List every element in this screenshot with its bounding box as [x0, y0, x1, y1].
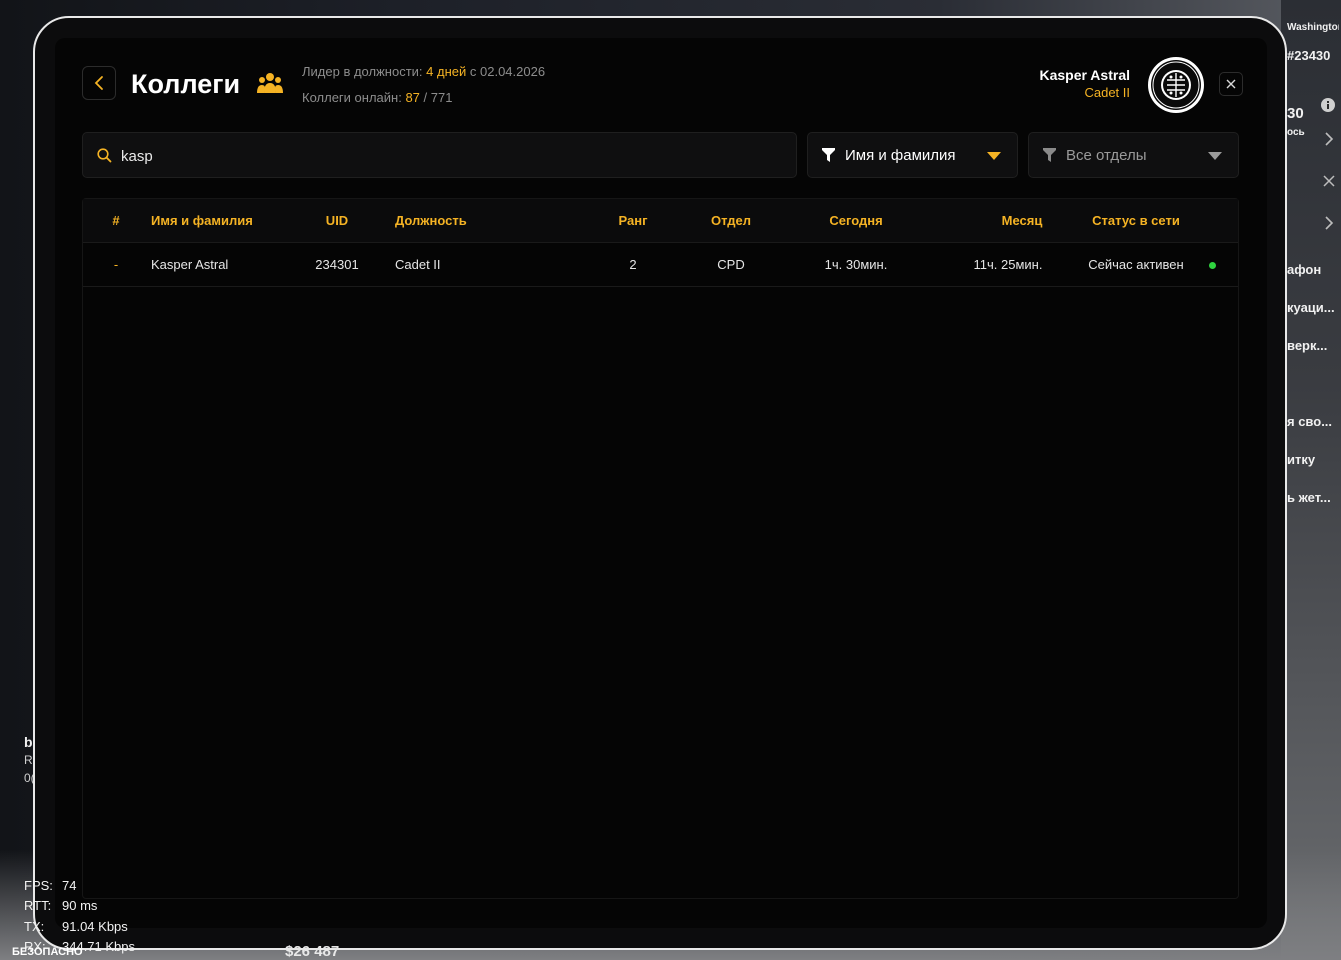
row-status: Сейчас активен — [1088, 257, 1184, 272]
chevron-left-icon — [94, 76, 103, 90]
close-button[interactable] — [1219, 72, 1243, 96]
search-icon — [97, 148, 112, 163]
perf-rtt: RTT: 90 ms — [24, 898, 98, 913]
money-display: $26 487 — [285, 943, 340, 960]
online-label: Коллеги онлайн: — [302, 90, 402, 105]
column-header-month[interactable]: Месяц — [1002, 213, 1043, 228]
search-box[interactable] — [82, 132, 797, 179]
user-name: Kasper Astral — [1039, 67, 1130, 83]
leader-tenure: Лидер в должности: 4 дней с 02.04.2026 — [302, 64, 545, 79]
hud-right-menu-item[interactable]: я сво... — [1287, 414, 1339, 429]
group-users-icon — [257, 73, 283, 93]
caret-down-icon — [1208, 152, 1222, 160]
column-header-number[interactable]: # — [112, 213, 119, 228]
filter-icon — [822, 148, 835, 162]
department-seal-icon — [1148, 57, 1204, 113]
hud-right-menu-item[interactable]: итку — [1287, 452, 1339, 467]
hud-right-location: Washington — [1287, 22, 1339, 33]
row-number: - — [113, 257, 119, 272]
hud-right-id: #23430 — [1287, 48, 1331, 63]
perf-tx: TX: 91.04 Kbps — [24, 919, 128, 934]
tablet-frame: Коллеги Лидер в должности: 4 дней с 02.0… — [33, 16, 1287, 950]
user-rank: Cadet II — [1084, 85, 1130, 100]
name-filter-dropdown[interactable]: Имя и фамилия — [807, 132, 1018, 178]
online-count: 87 — [405, 90, 420, 105]
column-header-name[interactable]: Имя и фамилия — [151, 213, 253, 228]
column-header-today[interactable]: Сегодня — [829, 213, 882, 228]
hud-right-menu-item[interactable]: афон — [1287, 262, 1339, 277]
online-total: / 771 — [423, 90, 453, 105]
leader-since: с 02.04.2026 — [469, 64, 546, 79]
table-header: # Имя и фамилия UID Должность Ранг Отдел… — [83, 199, 1238, 243]
chevron-right-icon[interactable] — [1323, 215, 1335, 231]
safe-zone-label: БЕЗОПАСНО — [12, 946, 83, 958]
filter-icon — [1043, 148, 1056, 162]
column-header-department[interactable]: Отдел — [711, 213, 751, 228]
row-name: Kasper Astral — [151, 257, 229, 272]
online-colleagues: Коллеги онлайн: 87 / 771 — [302, 90, 452, 105]
page-title: Коллеги — [131, 69, 241, 99]
row-department: CPD — [717, 257, 745, 272]
column-header-position[interactable]: Должность — [395, 213, 467, 228]
colleagues-table: # Имя и фамилия UID Должность Ранг Отдел… — [82, 198, 1239, 899]
column-header-uid[interactable]: UID — [326, 213, 348, 228]
hud-right-menu-item[interactable]: верк... — [1287, 338, 1339, 353]
chevron-right-icon[interactable] — [1323, 131, 1335, 147]
online-status-dot — [1209, 262, 1216, 269]
department-filter-dropdown[interactable]: Все отделы — [1028, 132, 1239, 178]
row-position: Cadet II — [395, 257, 441, 272]
name-filter-label: Имя и фамилия — [845, 147, 956, 164]
hud-right-menu-item[interactable]: ь жет... — [1287, 490, 1339, 505]
info-icon[interactable] — [1320, 97, 1336, 113]
close-icon — [1226, 79, 1236, 89]
leader-days: 4 дней — [426, 64, 467, 79]
row-uid: 234301 — [315, 257, 359, 272]
department-filter-label: Все отделы — [1066, 147, 1147, 164]
back-button[interactable] — [82, 66, 116, 100]
hud-right-menu-item[interactable]: куаци... — [1287, 300, 1339, 315]
search-input[interactable] — [119, 133, 783, 179]
leader-label: Лидер в должности: — [302, 64, 423, 79]
close-icon[interactable] — [1323, 175, 1335, 187]
row-rank: 2 — [629, 257, 637, 272]
hud-left-title: b — [24, 734, 33, 750]
row-today: 1ч. 30мин. — [824, 257, 888, 272]
column-header-rank[interactable]: Ранг — [619, 213, 648, 228]
column-header-status[interactable]: Статус в сети — [1092, 213, 1180, 228]
table-row[interactable]: - Kasper Astral 234301 Cadet II 2 CPD 1ч… — [83, 243, 1238, 287]
perf-fps: FPS: 74 — [24, 878, 77, 893]
caret-down-icon — [987, 152, 1001, 160]
row-month: 11ч. 25мин. — [973, 257, 1043, 272]
colleagues-screen: Коллеги Лидер в должности: 4 дней с 02.0… — [55, 38, 1267, 928]
